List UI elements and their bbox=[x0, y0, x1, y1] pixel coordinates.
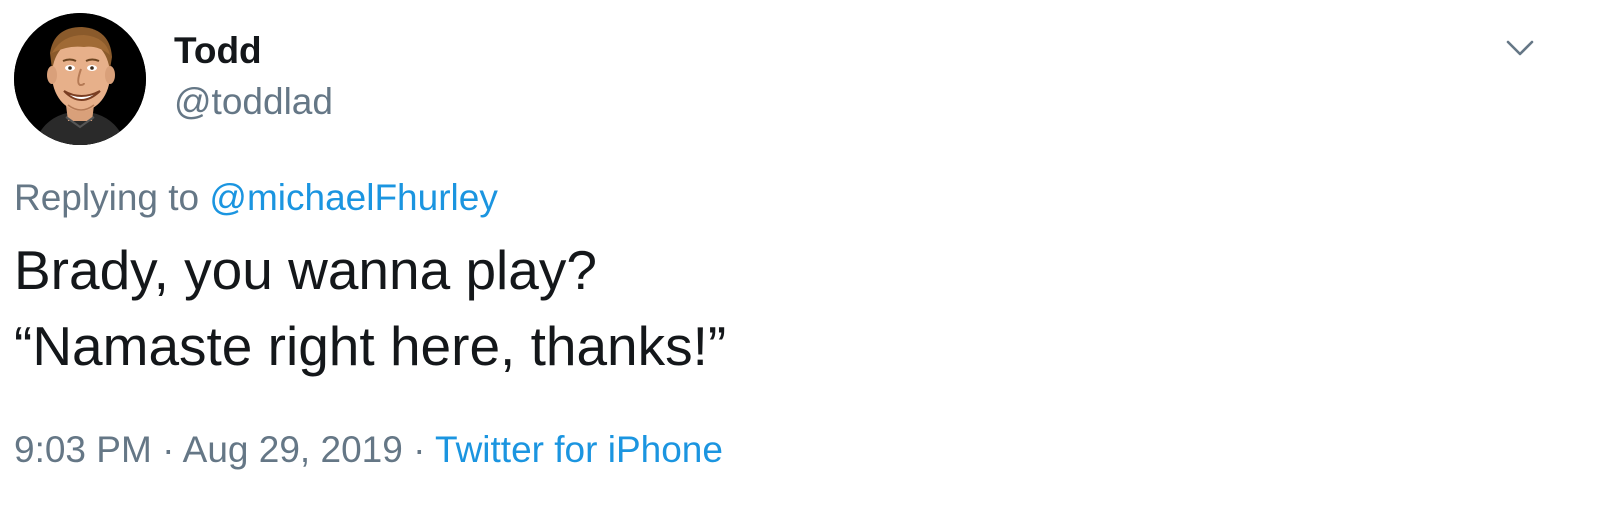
replying-to-line: Replying to @michaelFhurley bbox=[14, 176, 498, 220]
tweet-card: Todd @toddlad Replying to @michaelFhurle… bbox=[0, 0, 1600, 524]
metadata-separator: · bbox=[413, 429, 426, 470]
author-name[interactable]: Todd bbox=[174, 30, 262, 72]
avatar-caricature-image bbox=[14, 13, 146, 145]
tweet-text: Brady, you wanna play? “Namaste right he… bbox=[14, 232, 726, 384]
tweet-text-line: “Namaste right here, thanks!” bbox=[14, 315, 727, 377]
avatar[interactable] bbox=[14, 13, 146, 145]
tweet-time[interactable]: 9:03 PM bbox=[14, 429, 152, 470]
more-options-button[interactable] bbox=[1500, 28, 1540, 68]
chevron-down-icon bbox=[1506, 40, 1534, 56]
replying-to-user-link[interactable]: @michaelFhurley bbox=[209, 177, 497, 218]
tweet-text-line: Brady, you wanna play? bbox=[14, 239, 597, 301]
tweet-source-link[interactable]: Twitter for iPhone bbox=[435, 429, 723, 470]
tweet-metadata: 9:03 PM · Aug 29, 2019 · Twitter for iPh… bbox=[14, 428, 723, 472]
metadata-separator: · bbox=[162, 429, 175, 470]
author-handle[interactable]: @toddlad bbox=[174, 81, 333, 123]
tweet-date[interactable]: Aug 29, 2019 bbox=[183, 429, 403, 470]
replying-to-label: Replying to bbox=[14, 177, 200, 218]
